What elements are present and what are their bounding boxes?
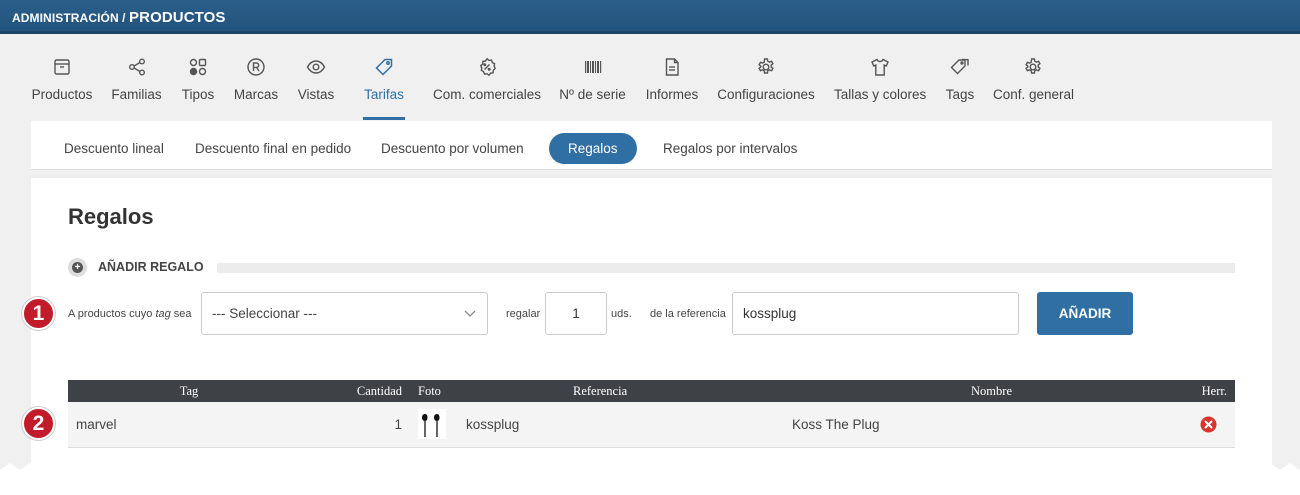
- quantity-input[interactable]: 1: [545, 292, 607, 335]
- gifts-table: Tag Cantidad Foto Referencia Nombre Herr…: [68, 380, 1235, 448]
- nav-item-vistas[interactable]: Vistas: [297, 57, 335, 102]
- plus-circle-icon: +: [68, 258, 87, 277]
- nav-label: Nº de serie: [559, 87, 626, 102]
- gear-icon: [755, 57, 777, 79]
- section-title: AÑADIR REGALO: [98, 260, 204, 274]
- nav-label: Tags: [945, 87, 975, 102]
- add-gift-form: A productos cuyo tag sea --- Seleccionar…: [31, 292, 1272, 336]
- cell-foto: [410, 402, 458, 447]
- nav-label: Vistas: [297, 87, 335, 102]
- active-tab-indicator: [363, 117, 405, 120]
- callout-badge-2: 2: [22, 407, 55, 440]
- nav-item-tarifas[interactable]: Tarifas: [363, 57, 405, 120]
- top-bar: ADMINISTRACIÓN / PRODUCTOS: [0, 0, 1300, 34]
- uds-label: uds.: [611, 308, 632, 320]
- col-tag[interactable]: Tag: [68, 380, 310, 402]
- delete-icon[interactable]: [1200, 416, 1217, 433]
- shapes-icon: [187, 57, 209, 79]
- nav-item-familias[interactable]: Familias: [111, 57, 162, 102]
- cell-referencia: kossplug: [466, 416, 520, 432]
- share-icon: [126, 57, 148, 79]
- discount-subtabs: Descuento lineal Descuento final en pedi…: [31, 121, 1272, 170]
- col-referencia[interactable]: Referencia: [458, 380, 722, 402]
- nav-item-configuraciones[interactable]: Configuraciones: [717, 57, 815, 102]
- percent-badge-icon: [476, 57, 498, 79]
- nav-item-productos[interactable]: Productos: [31, 57, 93, 102]
- nav-label: Tallas y colores: [834, 87, 927, 102]
- torn-edge: [0, 463, 1300, 495]
- nav-label: Conf. general: [993, 87, 1075, 102]
- nav-label: Com. comerciales: [433, 87, 542, 102]
- product-nav: Productos Familias Tipos Marcas Vistas T…: [0, 37, 1300, 121]
- col-nombre[interactable]: Nombre: [722, 380, 1152, 402]
- document-icon: [661, 57, 683, 79]
- nav-label: Tipos: [181, 87, 215, 102]
- nav-item-com-comerciales[interactable]: Com. comerciales: [433, 57, 541, 102]
- nav-label: Informes: [645, 87, 699, 102]
- subtab-regalos[interactable]: Regalos: [549, 133, 637, 164]
- registered-icon: [245, 57, 267, 79]
- nav-label: Tarifas: [364, 87, 404, 102]
- table-row: marvel 1 kossplug Koss The Plug: [68, 402, 1235, 447]
- regalar-label: regalar: [506, 308, 541, 320]
- nav-item-tags[interactable]: Tags: [945, 57, 975, 102]
- nav-item-conf-general[interactable]: Conf. general: [993, 57, 1075, 102]
- add-gift-section-header[interactable]: + AÑADIR REGALO: [68, 256, 1235, 278]
- tag-select[interactable]: --- Seleccionar ---: [201, 292, 488, 335]
- eye-icon: [305, 57, 327, 79]
- subtab-descuento-volumen[interactable]: Descuento por volumen: [362, 133, 543, 164]
- cell-nombre: Koss The Plug: [792, 416, 880, 432]
- callout-badge-1: 1: [22, 297, 55, 330]
- regalos-panel: Regalos + AÑADIR REGALO A productos cuyo…: [31, 178, 1272, 478]
- cell-tag: marvel: [76, 416, 117, 432]
- barcode-icon: [582, 57, 604, 79]
- nav-label: Marcas: [233, 87, 279, 102]
- tag-select-value: --- Seleccionar ---: [212, 306, 318, 321]
- referencia-label: de la referencia: [650, 308, 726, 320]
- table-header-row: Tag Cantidad Foto Referencia Nombre Herr…: [68, 380, 1235, 402]
- nav-item-marcas[interactable]: Marcas: [233, 57, 279, 102]
- add-button[interactable]: AÑADIR: [1037, 292, 1133, 335]
- nav-item-tallas-y-colores[interactable]: Tallas y colores: [834, 57, 926, 102]
- tag-icon: [373, 57, 395, 79]
- cell-cantidad: 1: [394, 416, 402, 432]
- chevron-down-icon: [464, 310, 476, 317]
- referencia-input[interactable]: kossplug: [732, 292, 1019, 335]
- breadcrumb-prefix[interactable]: ADMINISTRACIÓN /: [12, 11, 129, 25]
- col-cantidad[interactable]: Cantidad: [310, 380, 410, 402]
- subtab-descuento-lineal[interactable]: Descuento lineal: [45, 133, 183, 164]
- subtab-descuento-final[interactable]: Descuento final en pedido: [176, 133, 370, 164]
- tag-label: A productos cuyo tag sea: [68, 308, 192, 320]
- gear-icon: [1022, 57, 1044, 79]
- breadcrumb: ADMINISTRACIÓN / PRODUCTOS: [12, 9, 226, 26]
- nav-label: Familias: [111, 87, 162, 102]
- col-foto: Foto: [418, 383, 441, 398]
- nav-item-n-de-serie[interactable]: Nº de serie: [559, 57, 626, 102]
- nav-item-informes[interactable]: Informes: [645, 57, 699, 102]
- tshirt-icon: [869, 57, 891, 79]
- subtab-regalos-intervalos[interactable]: Regalos por intervalos: [644, 133, 816, 164]
- nav-label: Configuraciones: [717, 87, 815, 102]
- tags-icon: [949, 57, 971, 79]
- cell-herr: [1152, 402, 1235, 447]
- nav-label: Productos: [31, 87, 93, 102]
- col-herr: Herr.: [1201, 383, 1227, 398]
- breadcrumb-current: PRODUCTOS: [129, 9, 226, 26]
- product-photo[interactable]: [418, 409, 446, 440]
- section-divider: [217, 263, 1235, 273]
- nav-item-tipos[interactable]: Tipos: [181, 57, 215, 102]
- box-icon: [51, 57, 73, 79]
- page-title: Regalos: [68, 204, 154, 229]
